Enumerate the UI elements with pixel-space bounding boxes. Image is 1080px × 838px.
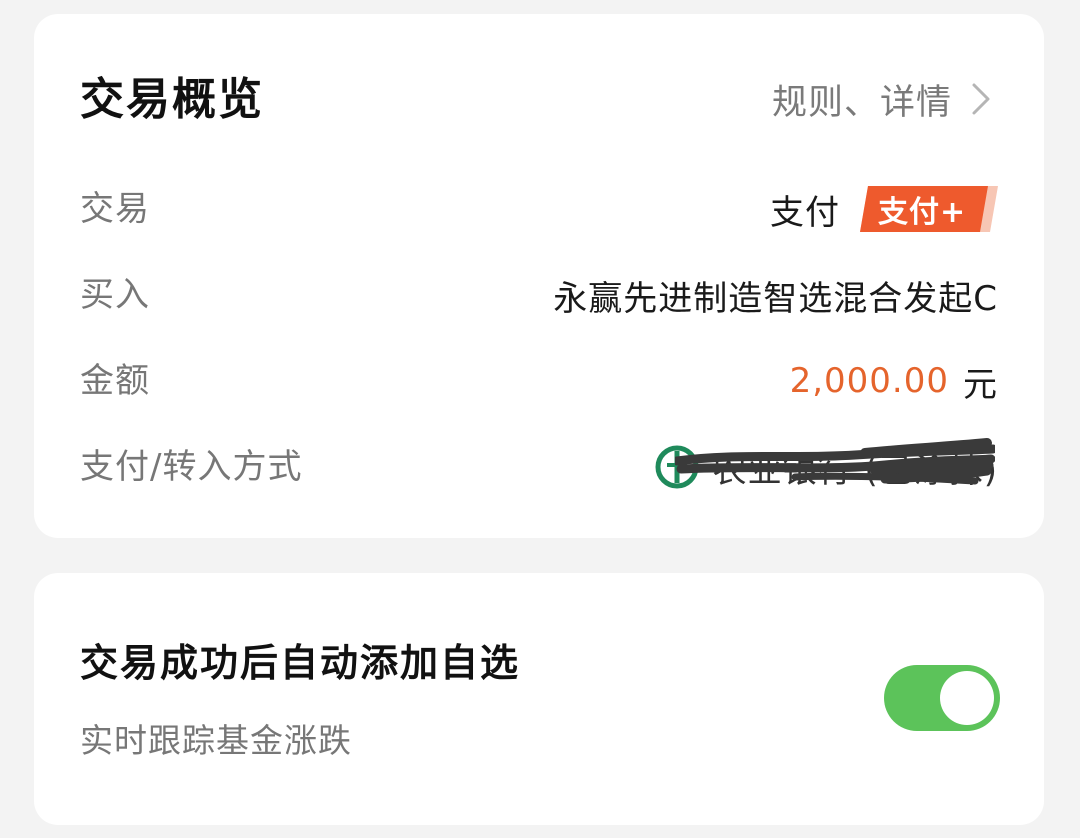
- payment-method-value: 农业银行 (已涂抹): [655, 437, 998, 492]
- auto-watchlist-card: 交易成功后自动添加自选 实时跟踪基金涨跌: [34, 573, 1044, 825]
- trade-type-value: 支付 支付+: [770, 184, 998, 234]
- bank-logo-icon: [655, 445, 699, 489]
- rules-details-link[interactable]: 规则、详情: [772, 77, 994, 123]
- amount-value: 2,000.00 元: [790, 356, 998, 406]
- trade-overview-card: 交易概览 规则、详情 交易 支付 支付+ 买入 永赢先进制造智选混合发起C 金额…: [34, 14, 1044, 538]
- rules-details-label: 规则、详情: [771, 82, 952, 123]
- chevron-right-icon: [972, 83, 990, 115]
- amount-row: 金额 2,000.00 元: [80, 356, 998, 406]
- amount-label: 金额: [80, 361, 150, 401]
- toggle-knob: [940, 671, 994, 725]
- payment-method-label: 支付/转入方式: [80, 447, 303, 487]
- buy-row: 买入 永赢先进制造智选混合发起C: [80, 270, 998, 320]
- buy-label: 买入: [80, 275, 150, 315]
- auto-watchlist-subtitle: 实时跟踪基金涨跌: [80, 721, 352, 760]
- trade-type-row: 交易 支付 支付+: [80, 184, 998, 234]
- payment-method-row: 支付/转入方式 农业银行 (已涂抹): [80, 437, 998, 492]
- fund-name: 永赢先进制造智选混合发起C: [553, 278, 998, 319]
- trade-type-text: 支付: [770, 192, 840, 233]
- trade-type-label: 交易: [80, 189, 150, 229]
- amount-number: 2,000.00: [789, 361, 949, 401]
- pay-plus-badge: 支付+: [860, 186, 998, 232]
- auto-watchlist-toggle[interactable]: [884, 665, 1000, 731]
- bank-name: 农业银行 (已涂抹): [712, 450, 998, 491]
- page-title: 交易概览: [80, 74, 264, 125]
- amount-unit: 元: [963, 364, 998, 405]
- pay-plus-badge-label: 支付+: [878, 195, 967, 230]
- auto-watchlist-title: 交易成功后自动添加自选: [80, 641, 521, 685]
